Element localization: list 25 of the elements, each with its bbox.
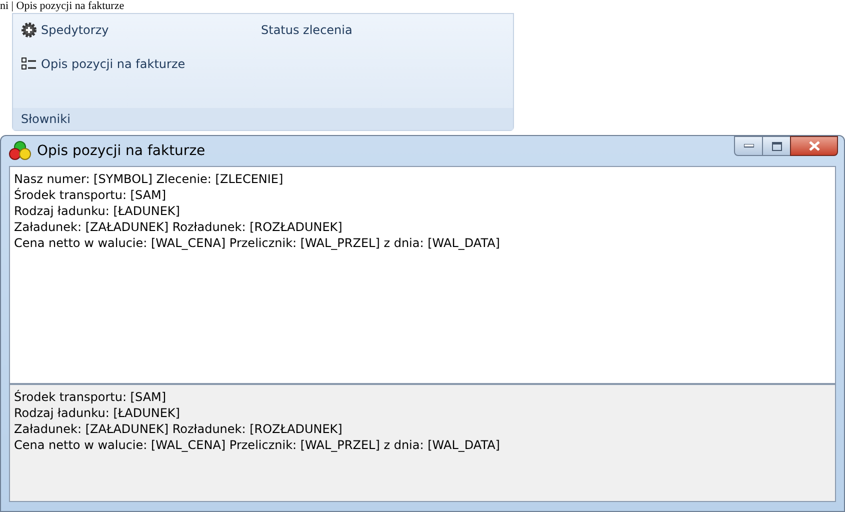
text-line: Rodzaj ładunku: [ŁADUNEK] xyxy=(14,405,180,421)
minimize-icon xyxy=(744,144,754,148)
text-line: Cena netto w walucie: [WAL_CENA] Przelicznik: [WAL_PRZEL] z dnia: [WAL_DATA] xyxy=(14,235,500,251)
list-icon xyxy=(21,57,37,71)
app-icon xyxy=(9,141,31,161)
ribbon-button[interactable]: Opis pozycji na fakturze xyxy=(19,54,188,74)
close-button[interactable] xyxy=(790,136,838,156)
ribbon-button[interactable]: Spedytorzy xyxy=(19,20,111,40)
text-line: Załadunek: [ZAŁADUNEK] Rozładunek: [ROZŁADUNEK] xyxy=(14,421,342,437)
text-line: Nasz numer: [SYMBOL] Zlecenie: [ZLECENIE] xyxy=(14,171,284,187)
page-title: ni | Opis pozycji na fakturze xyxy=(0,0,124,13)
gear-icon xyxy=(21,22,37,38)
window-title: Opis pozycji na fakturze xyxy=(37,142,206,160)
text-line: Rodzaj ładunku: [ŁADUNEK] xyxy=(14,203,180,219)
ribbon-button[interactable]: Status zlecenia xyxy=(259,20,354,40)
text-line: Środek transportu: [SAM] xyxy=(14,389,166,405)
maximize-icon xyxy=(772,142,782,150)
group-label: Słowniki xyxy=(13,108,513,130)
maximize-button[interactable] xyxy=(763,136,790,156)
close-icon xyxy=(808,141,820,151)
minimize-button[interactable] xyxy=(734,136,763,156)
text-line: Środek transportu: [SAM] xyxy=(14,187,166,203)
description-editor[interactable] xyxy=(9,166,836,384)
text-line: Załadunek: [ZAŁADUNEK] Rozładunek: [ROZŁADUNEK] xyxy=(14,219,342,235)
text-line: Cena netto w walucie: [WAL_CENA] Przelicznik: [WAL_PRZEL] z dnia: [WAL_DATA] xyxy=(14,437,500,453)
